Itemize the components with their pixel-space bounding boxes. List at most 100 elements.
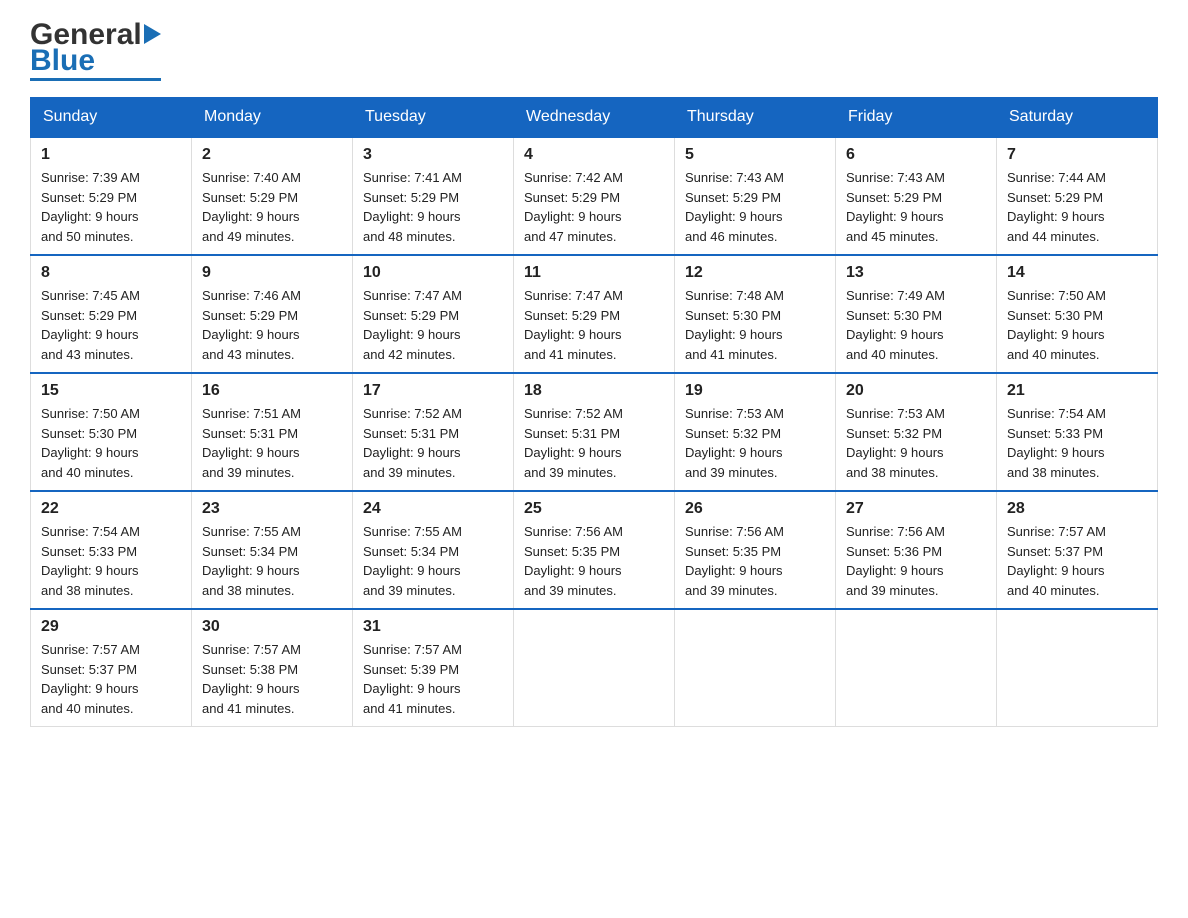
day-number: 8 xyxy=(41,264,181,282)
logo-underline xyxy=(30,78,161,81)
day-number: 5 xyxy=(685,146,825,164)
day-info: Sunrise: 7:44 AMSunset: 5:29 PMDaylight:… xyxy=(1007,168,1147,246)
calendar-cell: 8 Sunrise: 7:45 AMSunset: 5:29 PMDayligh… xyxy=(31,255,192,373)
calendar-cell: 24 Sunrise: 7:55 AMSunset: 5:34 PMDaylig… xyxy=(353,491,514,609)
calendar-day-header: Tuesday xyxy=(353,98,514,138)
day-info: Sunrise: 7:53 AMSunset: 5:32 PMDaylight:… xyxy=(685,404,825,482)
calendar-week-row: 29 Sunrise: 7:57 AMSunset: 5:37 PMDaylig… xyxy=(31,609,1158,727)
day-info: Sunrise: 7:41 AMSunset: 5:29 PMDaylight:… xyxy=(363,168,503,246)
day-number: 17 xyxy=(363,382,503,400)
day-info: Sunrise: 7:40 AMSunset: 5:29 PMDaylight:… xyxy=(202,168,342,246)
calendar-cell: 6 Sunrise: 7:43 AMSunset: 5:29 PMDayligh… xyxy=(836,137,997,255)
calendar-cell: 5 Sunrise: 7:43 AMSunset: 5:29 PMDayligh… xyxy=(675,137,836,255)
calendar-cell: 27 Sunrise: 7:56 AMSunset: 5:36 PMDaylig… xyxy=(836,491,997,609)
day-info: Sunrise: 7:42 AMSunset: 5:29 PMDaylight:… xyxy=(524,168,664,246)
calendar-table: SundayMondayTuesdayWednesdayThursdayFrid… xyxy=(30,97,1158,727)
day-number: 21 xyxy=(1007,382,1147,400)
calendar-cell: 2 Sunrise: 7:40 AMSunset: 5:29 PMDayligh… xyxy=(192,137,353,255)
calendar-cell: 20 Sunrise: 7:53 AMSunset: 5:32 PMDaylig… xyxy=(836,373,997,491)
calendar-header-row: SundayMondayTuesdayWednesdayThursdayFrid… xyxy=(31,98,1158,138)
day-number: 24 xyxy=(363,500,503,518)
logo-arrow-icon xyxy=(144,24,161,44)
day-number: 13 xyxy=(846,264,986,282)
calendar-cell: 12 Sunrise: 7:48 AMSunset: 5:30 PMDaylig… xyxy=(675,255,836,373)
day-info: Sunrise: 7:52 AMSunset: 5:31 PMDaylight:… xyxy=(363,404,503,482)
calendar-cell: 13 Sunrise: 7:49 AMSunset: 5:30 PMDaylig… xyxy=(836,255,997,373)
day-number: 26 xyxy=(685,500,825,518)
page-header: General Blue xyxy=(30,20,1158,81)
calendar-cell: 1 Sunrise: 7:39 AMSunset: 5:29 PMDayligh… xyxy=(31,137,192,255)
day-number: 15 xyxy=(41,382,181,400)
day-info: Sunrise: 7:47 AMSunset: 5:29 PMDaylight:… xyxy=(363,286,503,364)
day-number: 23 xyxy=(202,500,342,518)
day-info: Sunrise: 7:57 AMSunset: 5:37 PMDaylight:… xyxy=(1007,522,1147,600)
day-info: Sunrise: 7:56 AMSunset: 5:35 PMDaylight:… xyxy=(524,522,664,600)
day-info: Sunrise: 7:46 AMSunset: 5:29 PMDaylight:… xyxy=(202,286,342,364)
calendar-cell: 17 Sunrise: 7:52 AMSunset: 5:31 PMDaylig… xyxy=(353,373,514,491)
day-number: 16 xyxy=(202,382,342,400)
day-number: 9 xyxy=(202,264,342,282)
calendar-cell: 29 Sunrise: 7:57 AMSunset: 5:37 PMDaylig… xyxy=(31,609,192,727)
logo-blue-text: Blue xyxy=(30,46,95,76)
day-number: 4 xyxy=(524,146,664,164)
calendar-cell: 26 Sunrise: 7:56 AMSunset: 5:35 PMDaylig… xyxy=(675,491,836,609)
calendar-week-row: 8 Sunrise: 7:45 AMSunset: 5:29 PMDayligh… xyxy=(31,255,1158,373)
calendar-cell: 25 Sunrise: 7:56 AMSunset: 5:35 PMDaylig… xyxy=(514,491,675,609)
calendar-day-header: Wednesday xyxy=(514,98,675,138)
day-info: Sunrise: 7:50 AMSunset: 5:30 PMDaylight:… xyxy=(1007,286,1147,364)
day-number: 14 xyxy=(1007,264,1147,282)
day-info: Sunrise: 7:43 AMSunset: 5:29 PMDaylight:… xyxy=(846,168,986,246)
calendar-cell xyxy=(836,609,997,727)
day-info: Sunrise: 7:52 AMSunset: 5:31 PMDaylight:… xyxy=(524,404,664,482)
day-info: Sunrise: 7:57 AMSunset: 5:38 PMDaylight:… xyxy=(202,640,342,718)
day-info: Sunrise: 7:57 AMSunset: 5:37 PMDaylight:… xyxy=(41,640,181,718)
day-number: 11 xyxy=(524,264,664,282)
day-number: 25 xyxy=(524,500,664,518)
day-number: 30 xyxy=(202,618,342,636)
calendar-cell xyxy=(514,609,675,727)
day-info: Sunrise: 7:48 AMSunset: 5:30 PMDaylight:… xyxy=(685,286,825,364)
day-number: 3 xyxy=(363,146,503,164)
day-number: 29 xyxy=(41,618,181,636)
day-number: 27 xyxy=(846,500,986,518)
calendar-week-row: 22 Sunrise: 7:54 AMSunset: 5:33 PMDaylig… xyxy=(31,491,1158,609)
day-info: Sunrise: 7:57 AMSunset: 5:39 PMDaylight:… xyxy=(363,640,503,718)
calendar-day-header: Thursday xyxy=(675,98,836,138)
day-info: Sunrise: 7:45 AMSunset: 5:29 PMDaylight:… xyxy=(41,286,181,364)
calendar-cell: 19 Sunrise: 7:53 AMSunset: 5:32 PMDaylig… xyxy=(675,373,836,491)
day-number: 10 xyxy=(363,264,503,282)
day-info: Sunrise: 7:43 AMSunset: 5:29 PMDaylight:… xyxy=(685,168,825,246)
day-number: 1 xyxy=(41,146,181,164)
calendar-cell: 15 Sunrise: 7:50 AMSunset: 5:30 PMDaylig… xyxy=(31,373,192,491)
day-number: 7 xyxy=(1007,146,1147,164)
day-info: Sunrise: 7:51 AMSunset: 5:31 PMDaylight:… xyxy=(202,404,342,482)
calendar-cell: 31 Sunrise: 7:57 AMSunset: 5:39 PMDaylig… xyxy=(353,609,514,727)
calendar-day-header: Sunday xyxy=(31,98,192,138)
calendar-week-row: 15 Sunrise: 7:50 AMSunset: 5:30 PMDaylig… xyxy=(31,373,1158,491)
day-number: 19 xyxy=(685,382,825,400)
calendar-cell: 9 Sunrise: 7:46 AMSunset: 5:29 PMDayligh… xyxy=(192,255,353,373)
calendar-cell: 11 Sunrise: 7:47 AMSunset: 5:29 PMDaylig… xyxy=(514,255,675,373)
calendar-cell: 3 Sunrise: 7:41 AMSunset: 5:29 PMDayligh… xyxy=(353,137,514,255)
day-info: Sunrise: 7:56 AMSunset: 5:35 PMDaylight:… xyxy=(685,522,825,600)
day-info: Sunrise: 7:50 AMSunset: 5:30 PMDaylight:… xyxy=(41,404,181,482)
day-number: 20 xyxy=(846,382,986,400)
calendar-cell: 18 Sunrise: 7:52 AMSunset: 5:31 PMDaylig… xyxy=(514,373,675,491)
calendar-cell: 22 Sunrise: 7:54 AMSunset: 5:33 PMDaylig… xyxy=(31,491,192,609)
logo: General Blue xyxy=(30,20,161,81)
day-info: Sunrise: 7:49 AMSunset: 5:30 PMDaylight:… xyxy=(846,286,986,364)
calendar-cell: 28 Sunrise: 7:57 AMSunset: 5:37 PMDaylig… xyxy=(997,491,1158,609)
calendar-cell: 30 Sunrise: 7:57 AMSunset: 5:38 PMDaylig… xyxy=(192,609,353,727)
day-number: 18 xyxy=(524,382,664,400)
day-number: 31 xyxy=(363,618,503,636)
calendar-cell: 21 Sunrise: 7:54 AMSunset: 5:33 PMDaylig… xyxy=(997,373,1158,491)
day-info: Sunrise: 7:53 AMSunset: 5:32 PMDaylight:… xyxy=(846,404,986,482)
calendar-cell: 14 Sunrise: 7:50 AMSunset: 5:30 PMDaylig… xyxy=(997,255,1158,373)
day-number: 6 xyxy=(846,146,986,164)
day-number: 22 xyxy=(41,500,181,518)
day-number: 28 xyxy=(1007,500,1147,518)
day-number: 2 xyxy=(202,146,342,164)
day-info: Sunrise: 7:56 AMSunset: 5:36 PMDaylight:… xyxy=(846,522,986,600)
day-info: Sunrise: 7:55 AMSunset: 5:34 PMDaylight:… xyxy=(363,522,503,600)
calendar-cell: 23 Sunrise: 7:55 AMSunset: 5:34 PMDaylig… xyxy=(192,491,353,609)
